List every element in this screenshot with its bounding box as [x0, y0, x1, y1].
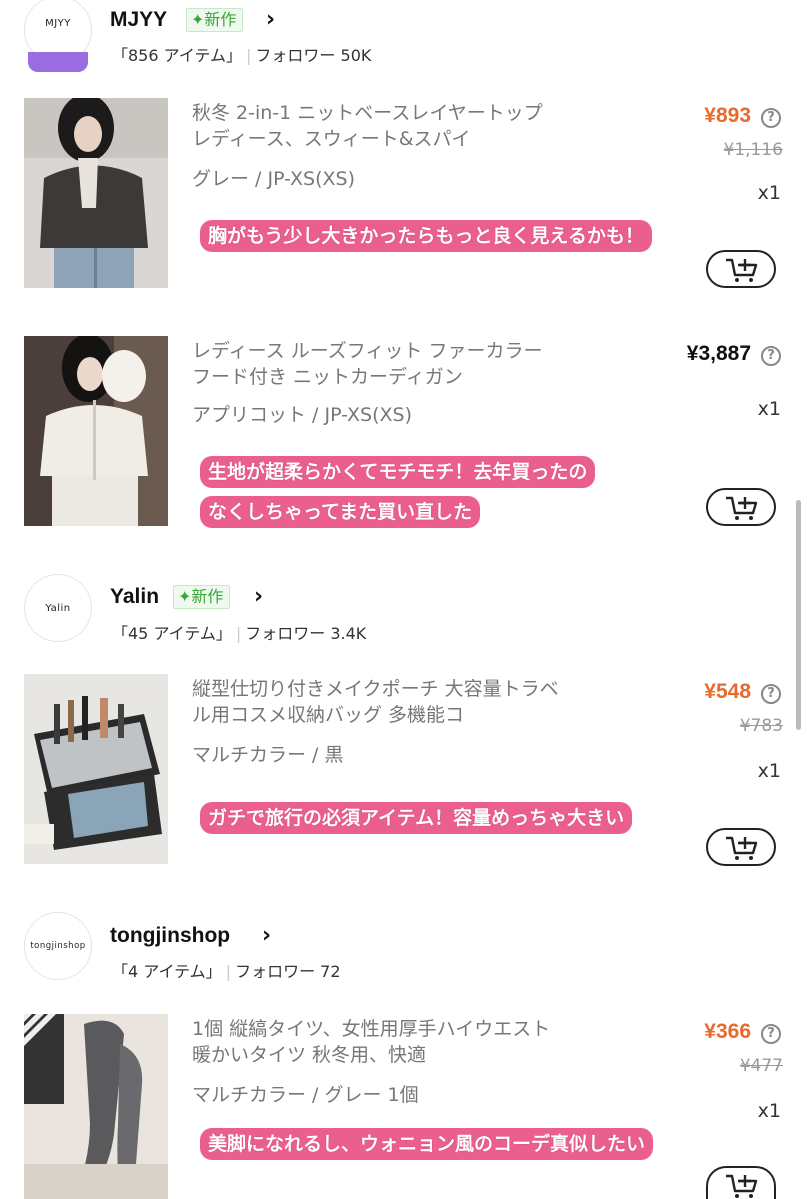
- product-image: [24, 674, 168, 864]
- question-circle-icon[interactable]: ?: [761, 684, 781, 704]
- product-price: ¥366: [704, 1020, 751, 1043]
- product-image: [24, 98, 168, 288]
- shop-header-yalin[interactable]: Yalin Yalin ✦新作 › 「45 アイテム」 | フォロワー 3.4K: [0, 574, 807, 654]
- new-arrival-badge: ✦新作: [173, 585, 231, 609]
- chevron-right-icon[interactable]: ›: [266, 7, 275, 32]
- product-title[interactable]: 秋冬 2-in-1 ニットベースレイヤートップ レディース、スウィート&スパイ: [192, 100, 562, 152]
- shop-logo[interactable]: tongjinshop: [24, 912, 92, 980]
- question-circle-icon[interactable]: ?: [761, 346, 781, 366]
- product-row[interactable]: レディース ルーズフィット ファーカラー フード付き ニットカーディガン アプリ…: [0, 336, 807, 536]
- user-note: 生地が超柔らかくてモチモチ！去年買ったの: [200, 456, 596, 488]
- product-price: ¥548: [704, 680, 751, 703]
- quantity: x1: [757, 760, 781, 782]
- add-to-cart-button[interactable]: [706, 250, 776, 288]
- product-thumbnail[interactable]: [24, 98, 168, 288]
- shop-logo-text: tongjinshop: [30, 941, 86, 951]
- chevron-right-icon[interactable]: ›: [262, 923, 271, 948]
- product-thumbnail[interactable]: [24, 1014, 168, 1199]
- shop-item-count: 「856 アイテム」: [112, 46, 243, 65]
- product-variant[interactable]: グレー / JP-XS(XS): [192, 164, 355, 191]
- shop-item-count: 「45 アイテム」: [112, 624, 232, 643]
- original-price: ¥783: [739, 716, 783, 736]
- shop-meta: 「4 アイテム」 | フォロワー 72: [112, 958, 341, 982]
- shop-logo-band: [28, 52, 88, 72]
- add-to-cart-icon: [726, 258, 758, 282]
- product-row[interactable]: 1個 縦縞タイツ、女性用厚手ハイウエスト 暖かいタイツ 秋冬用、快適 マルチカラ…: [0, 1014, 807, 1199]
- add-to-cart-button[interactable]: [706, 488, 776, 526]
- shop-logo-text: Yalin: [45, 602, 71, 614]
- shop-logo[interactable]: Yalin: [24, 574, 92, 642]
- question-circle-icon[interactable]: ?: [761, 108, 781, 128]
- product-price: ¥893: [704, 104, 751, 127]
- user-note: なくしちゃってまた買い直した: [200, 496, 481, 528]
- meta-divider: |: [225, 962, 232, 981]
- product-thumbnail[interactable]: [24, 674, 168, 864]
- product-title[interactable]: 縦型仕切り付きメイクポーチ 大容量トラベル用コスメ収納バッグ 多機能コ: [192, 676, 562, 728]
- scrollbar[interactable]: [796, 500, 801, 730]
- product-row[interactable]: 縦型仕切り付きメイクポーチ 大容量トラベル用コスメ収納バッグ 多機能コ マルチカ…: [0, 674, 807, 874]
- shop-item-count: 「4 アイテム」: [112, 962, 222, 981]
- chevron-right-icon[interactable]: ›: [254, 584, 263, 609]
- shop-header-tongjinshop[interactable]: tongjinshop tongjinshop › 「4 アイテム」 | フォロワー…: [0, 912, 807, 992]
- shop-header-mjyy[interactable]: MJYY MJYY ✦新作 › 「856 アイテム」 | フォロワー 50K: [0, 0, 807, 80]
- quantity: x1: [757, 398, 781, 420]
- meta-divider: |: [235, 624, 242, 643]
- shop-name[interactable]: MJYY: [110, 8, 167, 32]
- shop-meta: 「45 アイテム」 | フォロワー 3.4K: [112, 620, 366, 644]
- product-variant[interactable]: マルチカラー / グレー 1個: [192, 1080, 419, 1107]
- add-to-cart-icon: [726, 836, 758, 860]
- user-note: 胸がもう少し大きかったらもっと良く見えるかも！: [200, 220, 652, 252]
- product-thumbnail[interactable]: [24, 336, 168, 526]
- shop-name[interactable]: Yalin: [110, 585, 159, 609]
- add-to-cart-button[interactable]: [706, 828, 776, 866]
- add-to-cart-icon: [726, 1174, 758, 1198]
- shop-meta: 「856 アイテム」 | フォロワー 50K: [112, 42, 371, 66]
- shop-logo-text: MJYY: [45, 17, 71, 29]
- meta-divider: |: [246, 46, 252, 65]
- product-row[interactable]: 秋冬 2-in-1 ニットベースレイヤートップ レディース、スウィート&スパイ …: [0, 98, 807, 298]
- add-to-cart-icon: [726, 496, 758, 520]
- shop-followers: フォロワー 3.4K: [245, 624, 367, 643]
- product-title[interactable]: 1個 縦縞タイツ、女性用厚手ハイウエスト 暖かいタイツ 秋冬用、快適: [192, 1016, 562, 1068]
- product-image: [24, 336, 168, 526]
- product-price: ¥3,887: [686, 342, 751, 365]
- quantity: x1: [757, 182, 781, 204]
- user-note: 美脚になれるし、ウォニョン風のコーデ真似したい: [200, 1128, 654, 1160]
- product-title[interactable]: レディース ルーズフィット ファーカラー フード付き ニットカーディガン: [192, 338, 562, 390]
- question-circle-icon[interactable]: ?: [761, 1024, 781, 1044]
- add-to-cart-button[interactable]: [706, 1166, 776, 1199]
- original-price: ¥477: [739, 1056, 783, 1076]
- original-price: ¥1,116: [723, 140, 783, 160]
- quantity: x1: [757, 1100, 781, 1122]
- product-variant[interactable]: マルチカラー / 黒: [192, 740, 343, 767]
- shop-followers: フォロワー 72: [235, 962, 341, 981]
- new-arrival-badge: ✦新作: [186, 8, 244, 32]
- user-note: ガチで旅行の必須アイテム！容量めっちゃ大きい: [200, 802, 633, 834]
- product-variant[interactable]: アプリコット / JP-XS(XS): [192, 400, 412, 427]
- product-image: [24, 1014, 168, 1199]
- shop-name[interactable]: tongjinshop: [110, 924, 230, 948]
- shop-followers: フォロワー 50K: [255, 46, 372, 65]
